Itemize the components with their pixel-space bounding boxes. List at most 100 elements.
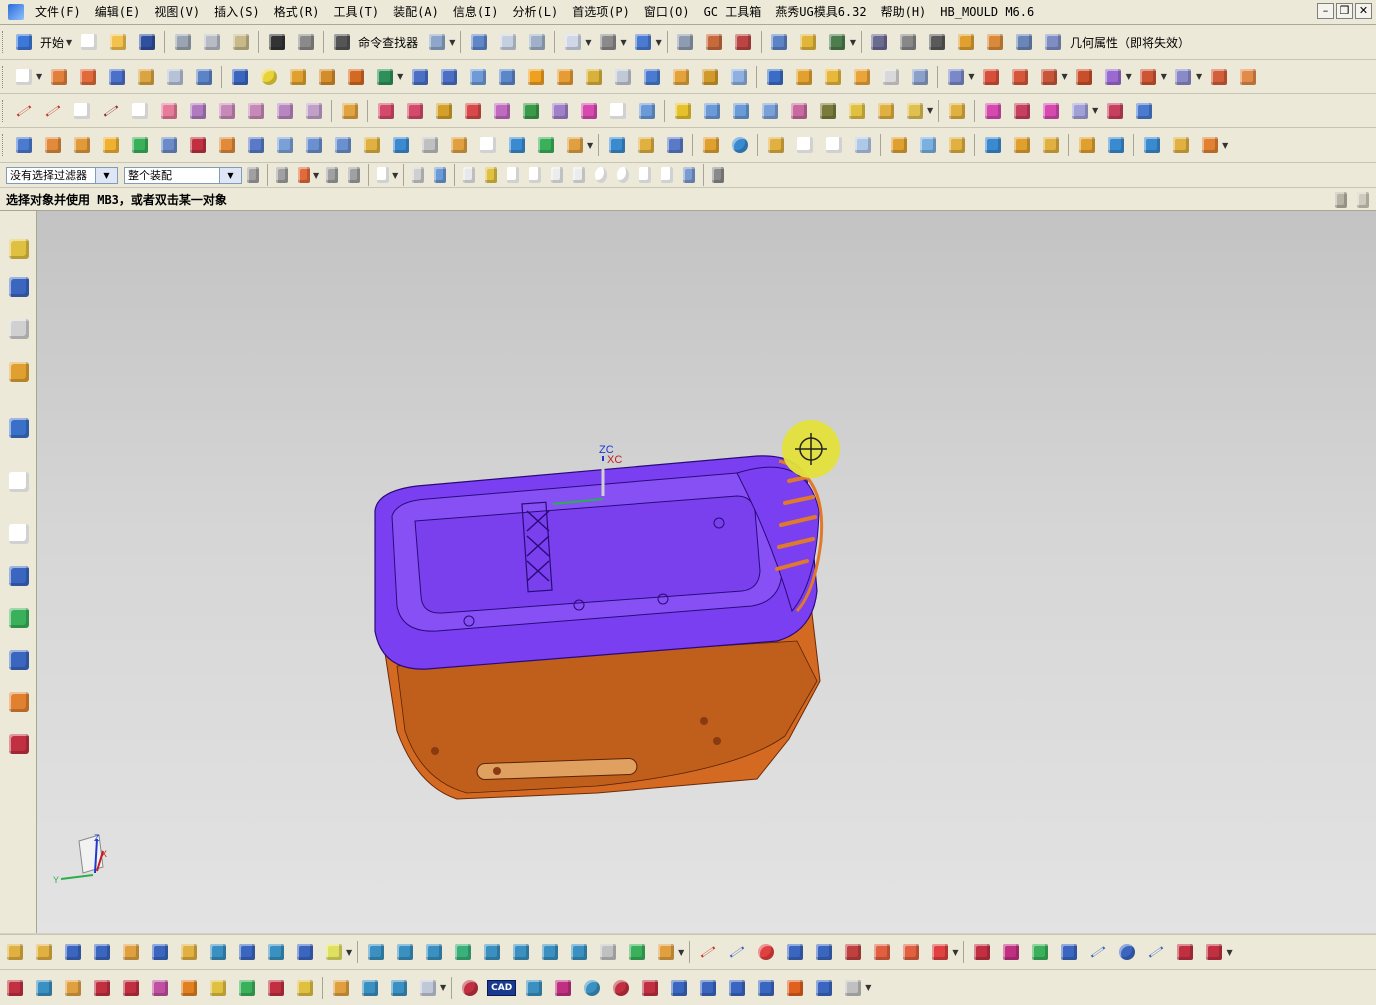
pin-k-icon[interactable] [655,941,677,963]
mold-sleeve-icon[interactable] [332,134,354,156]
tool-g-icon[interactable] [726,977,748,999]
wcs-origin-icon[interactable] [732,31,754,53]
extract-curve-icon[interactable] [303,100,325,122]
mold-white-icon[interactable] [477,134,499,156]
mold-block-icon[interactable] [100,134,122,156]
cooling-plug-icon[interactable] [323,941,345,963]
enlarge-icon[interactable] [759,100,781,122]
branch-icon[interactable] [784,941,806,963]
menu-tools[interactable]: 工具(T) [326,1,386,23]
process-studio-icon[interactable] [7,647,31,673]
close-button[interactable]: ✕ [1355,3,1372,19]
mold-broom-icon[interactable] [158,134,180,156]
camera-icon[interactable] [506,134,528,156]
support-pillar-icon[interactable] [62,941,84,963]
selection-filter-icon[interactable] [244,164,262,186]
snap-point-icon[interactable] [636,164,654,186]
envelope-icon[interactable] [330,977,352,999]
pin-i-icon[interactable] [597,941,619,963]
minimize-button[interactable]: – [1317,3,1334,19]
bridge-curve-icon[interactable] [216,100,238,122]
snap-quadrant-icon[interactable] [614,164,632,186]
orange-block-icon[interactable] [178,977,200,999]
mold-tilt-icon[interactable] [1076,134,1098,156]
pin-g-icon[interactable] [539,941,561,963]
offset-face-icon[interactable] [728,66,750,88]
pin-h-icon[interactable] [568,941,590,963]
block-icon[interactable] [106,66,128,88]
pink-frame-icon[interactable] [1000,941,1022,963]
copy-face-icon[interactable] [909,66,931,88]
snap-control-point-icon[interactable] [526,164,544,186]
mold-gate-icon[interactable] [448,134,470,156]
extract-body-icon[interactable] [904,100,926,122]
hole-icon[interactable] [229,66,251,88]
pocket-icon[interactable] [316,66,338,88]
intersect-icon[interactable] [525,66,547,88]
question-icon[interactable] [639,977,661,999]
mold-insert-icon[interactable] [1102,66,1124,88]
select-edge-icon[interactable] [345,164,363,186]
tool-a-icon[interactable] [523,977,545,999]
system-materials-icon[interactable] [7,563,31,589]
extrude-icon[interactable] [48,66,70,88]
surface-icon[interactable] [375,100,397,122]
yellow-plate-icon[interactable] [207,977,229,999]
grid-icon[interactable] [709,164,727,186]
screw-set-icon[interactable] [294,941,316,963]
offset-curve-icon[interactable] [187,100,209,122]
mold-box-icon[interactable] [71,134,93,156]
sprue-bush-icon[interactable] [207,941,229,963]
roles-icon[interactable] [7,689,31,715]
mold-tree-icon[interactable] [1040,134,1062,156]
multi-block-icon[interactable] [388,977,410,999]
mold-square-icon[interactable] [823,134,845,156]
flower-icon[interactable] [1058,941,1080,963]
measure-distance-icon[interactable] [897,31,919,53]
play-icon[interactable] [826,31,848,53]
mold-lines-icon[interactable] [419,134,441,156]
spring-icon[interactable] [120,941,142,963]
binoculars-icon[interactable] [331,31,353,53]
mold-rect-yellow-icon[interactable] [765,134,787,156]
trimmed-sheet-icon[interactable] [636,100,658,122]
point-icon[interactable] [868,31,890,53]
select-face-icon[interactable] [323,164,341,186]
color-palette-icon[interactable] [129,134,151,156]
snap-intersection-icon[interactable] [570,164,588,186]
grid-array-icon[interactable] [842,941,864,963]
delete-face-icon[interactable] [880,66,902,88]
mold-patch-icon[interactable] [1073,66,1095,88]
line-icon[interactable] [13,100,35,122]
mold-dimension-icon[interactable] [606,134,628,156]
select-feature-icon[interactable] [295,164,313,186]
copy-icon[interactable] [201,31,223,53]
cube-red-icon[interactable] [4,977,26,999]
through-curves-icon[interactable] [491,100,513,122]
mold-hatch-icon[interactable] [982,134,1004,156]
redo-icon[interactable] [295,31,317,53]
move-face-icon[interactable] [764,66,786,88]
open-folder-icon[interactable] [107,31,129,53]
geometry-property-icon[interactable] [1042,31,1064,53]
mold-ejector-icon[interactable] [1172,66,1194,88]
cut-icon[interactable] [172,31,194,53]
array-icon[interactable] [813,941,835,963]
mold-l-icon[interactable] [888,134,910,156]
tool-f-icon[interactable] [697,977,719,999]
cube-view-icon[interactable] [632,31,654,53]
surface-edit-icon[interactable] [672,100,694,122]
mold-electrode-icon[interactable] [1237,66,1259,88]
mold-flag-icon[interactable] [1199,134,1221,156]
snap-center-icon[interactable] [592,164,610,186]
mold-ejector-pin-icon[interactable] [1141,134,1163,156]
pad-icon[interactable] [287,66,309,88]
weld-icon[interactable] [871,941,893,963]
return-pin-icon[interactable] [33,941,55,963]
menu-window[interactable]: 窗口(O) [637,1,697,23]
tool-j-icon[interactable] [813,977,835,999]
shell-icon[interactable] [612,66,634,88]
cad-button[interactable]: CAD [487,979,517,996]
select-body-icon[interactable] [409,164,427,186]
draw-diagonal-icon[interactable] [726,941,748,963]
